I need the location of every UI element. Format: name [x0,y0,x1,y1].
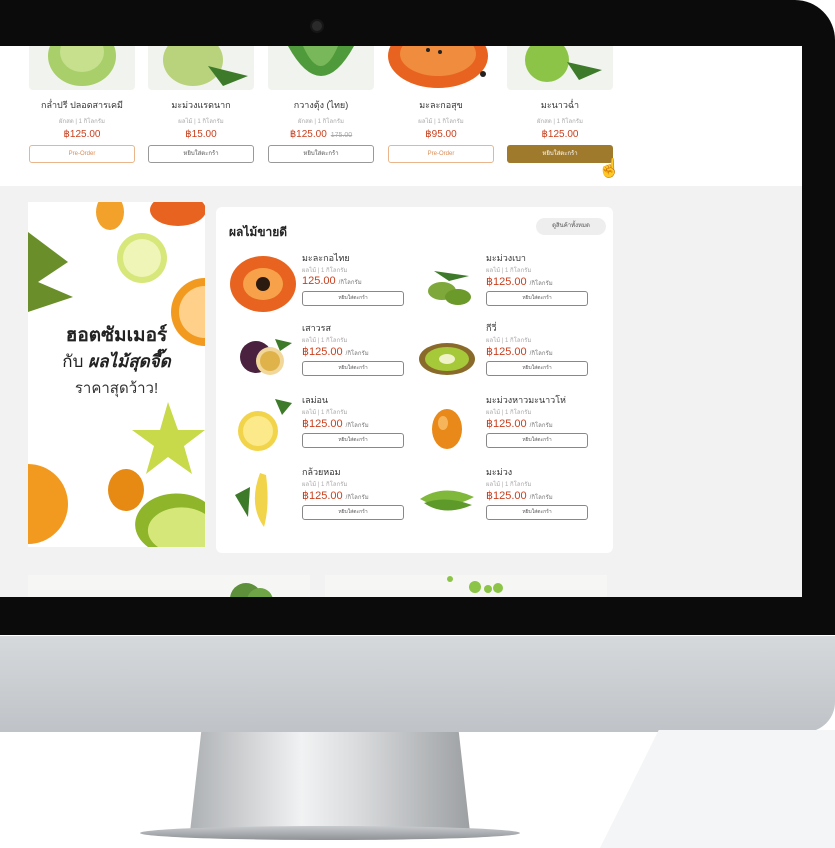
product-unit: ผลไม้ | 1 กิโลกรัม [178,119,224,125]
mango-icon [420,490,474,511]
floor-shadow [600,730,835,848]
list-item[interactable]: มะม่วงเบา ผลไม้ | 1 กิโลกรัม ฿125.00/กิโ… [414,251,594,321]
see-all-button[interactable]: ดูสินค้าทั้งหมด [536,218,606,235]
add-to-cart-button[interactable]: หยิบใส่ตะกร้า [486,505,588,520]
passionfruit-icon [240,339,292,375]
list-item[interactable]: มะม่วงหาวมะนาวโห่ ผลไม้ | 1 กิโลกรัม ฿12… [414,393,594,463]
product-unit: ผักสด | 1 กิโลกรัม [537,119,583,125]
list-item[interactable]: มะม่วง ผลไม้ | 1 กิโลกรัม ฿125.00/กิโลกร… [414,465,594,535]
product-card[interactable]: มะม่วงแรดนาก ผลไม้ | 1 กิโลกรัม ฿15.00 ห… [146,46,256,163]
banana-icon [235,473,268,527]
item-price: ฿125.00/กิโลกรัม [302,418,369,430]
product-name: กล่ำปรี ปลอดสารเคมี [41,100,123,110]
add-to-cart-button[interactable]: หยิบใส่ตะกร้า [486,291,588,306]
product-card[interactable]: มะละกอสุข ผลไม้ | 1 กิโลกรัม ฿95.00 Pre-… [386,46,496,163]
papaya-icon [388,46,494,90]
kiwi-icon [419,343,475,375]
product-row: กล่ำปรี ปลอดสารเคมี ผักสด | 1 กิโลกรัม ฿… [0,46,802,186]
best-sellers-title: ผลไม้ขายดี [229,225,288,239]
add-to-cart-button[interactable]: หยิบใส่ตะกร้า [268,145,374,163]
item-name: เลม่อน [302,395,329,405]
list-item[interactable]: เลม่อน ผลไม้ | 1 กิโลกรัม ฿125.00/กิโลกร… [230,393,410,463]
monitor-stand [190,732,470,832]
product-name: มะละกอสุข [419,100,463,110]
item-unit: ผลไม้ | 1 กิโลกรัม [486,410,532,416]
promo-headline: ฮอตซัมเมอร์ [65,325,168,346]
preorder-button[interactable]: Pre-Order [29,145,135,163]
kumquat-icon [432,409,462,449]
item-name: มะม่วงเบา [486,253,526,263]
green-mango-icon [428,271,471,305]
add-to-cart-button[interactable]: หยิบใส่ตะกร้า [486,433,588,448]
monitor-stand-base [140,826,520,840]
product-name: มะนาวฉ่ำ [540,100,580,110]
product-price: ฿15.00 [185,129,217,140]
add-to-cart-button[interactable]: หยิบใส่ตะกร้า [148,145,254,163]
preorder-button[interactable]: Pre-Order [388,145,494,163]
screen: กล่ำปรี ปลอดสารเคมี ผักสด | 1 กิโลกรัม ฿… [0,46,802,597]
broccoli-banner[interactable] [28,575,310,597]
item-price: ฿125.00/กิโลกรัม [486,490,553,502]
product-name: มะม่วงแรดนาก [171,100,231,110]
lemon-icon [238,399,292,451]
item-name: มะม่วงหาวมะนาวโห่ [486,395,566,405]
product-price: ฿95.00 [425,129,457,140]
item-price: 125.00/กิโลกรัม [302,275,362,287]
lime-icon [507,46,613,90]
add-to-cart-button[interactable]: หยิบใส่ตะกร้า [302,291,404,306]
product-card[interactable]: กล่ำปรี ปลอดสารเคมี ผักสด | 1 กิโลกรัม ฿… [27,46,137,163]
product-card[interactable]: มะนาวฉ่ำ ผักสด | 1 กิโลกรัม ฿125.00 หยิบ… [505,46,615,163]
item-unit: ผลไม้ | 1 กิโลกรัม [302,482,348,488]
vegetable-banner[interactable] [325,575,607,597]
promo-subheadline: กับ ผลไม้สุดจี๊ด [62,352,171,371]
camera-icon [312,21,322,31]
old-price: 175.00 [330,132,353,139]
pea-icon [447,576,503,593]
list-item[interactable]: เสาวรส ผลไม้ | 1 กิโลกรัม ฿125.00/กิโลกร… [230,321,410,391]
product-price: ฿125.00 [541,129,579,140]
list-item[interactable]: กล้วยหอม ผลไม้ | 1 กิโลกรัม ฿125.00/กิโล… [230,465,410,535]
add-to-cart-button[interactable]: หยิบใส่ตะกร้า [302,505,404,520]
cabbage-icon [29,46,135,90]
item-name: กล้วยหอม [302,467,341,477]
papaya-icon [230,256,296,312]
item-price: ฿125.00/กิโลกรัม [486,276,553,288]
product-name: กวางตุ้ง (ไทย) [293,100,349,110]
item-unit: ผลไม้ | 1 กิโลกรัม [302,338,348,344]
item-name: กีวี่ [486,323,497,333]
item-price: ฿125.00/กิโลกรัม [302,346,369,358]
add-to-cart-button[interactable]: หยิบใส่ตะกร้า [302,433,404,448]
product-unit: ผักสด | 1 กิโลกรัม [298,119,344,125]
item-unit: ผลไม้ | 1 กิโลกรัม [486,482,532,488]
product-price: ฿125.00 [63,129,101,140]
item-name: มะม่วง [486,467,513,477]
best-sellers-panel: ผลไม้ขายดี ดูสินค้าทั้งหมด มะละกอไทย ผลไ… [216,207,613,553]
hand-cursor-icon: ☝ [598,158,621,178]
item-name: เสาวรส [302,323,332,333]
list-item[interactable]: กีวี่ ผลไม้ | 1 กิโลกรัม ฿125.00/กิโลกรั… [414,321,594,391]
product-unit: ผักสด | 1 กิโลกรัม [59,119,105,125]
item-price: ฿125.00/กิโลกรัม [302,490,369,502]
promo-tagline: ราคาสุดว้าว! [74,380,159,397]
item-unit: ผลไม้ | 1 กิโลกรัม [302,410,348,416]
add-to-cart-button[interactable]: หยิบใส่ตะกร้า [486,361,588,376]
product-price: ฿125.00 175.00 [289,129,353,140]
item-unit: ผลไม้ | 1 กิโลกรัม [486,338,532,344]
item-name: มะละกอไทย [302,253,350,263]
monitor-chin [0,636,835,732]
item-unit: ผลไม้ | 1 กิโลกรัม [302,268,348,274]
green-mango-icon [148,46,254,90]
promo-banner[interactable]: ฮอตซัมเมอร์ กับ ผลไม้สุดจี๊ด ราคาสุดว้าว… [28,202,205,547]
item-price: ฿125.00/กิโลกรัม [486,346,553,358]
item-price: ฿125.00/กิโลกรัม [486,418,553,430]
product-unit: ผลไม้ | 1 กิโลกรัม [418,119,464,125]
list-item[interactable]: มะละกอไทย ผลไม้ | 1 กิโลกรัม 125.00/กิโล… [230,251,410,321]
item-unit: ผลไม้ | 1 กิโลกรัม [486,268,532,274]
broccoli-icon [230,583,273,597]
add-to-cart-button[interactable]: หยิบใส่ตะกร้า [302,361,404,376]
bok-choy-icon [268,46,374,90]
product-card[interactable]: กวางตุ้ง (ไทย) ผักสด | 1 กิโลกรัม ฿125.0… [266,46,376,163]
